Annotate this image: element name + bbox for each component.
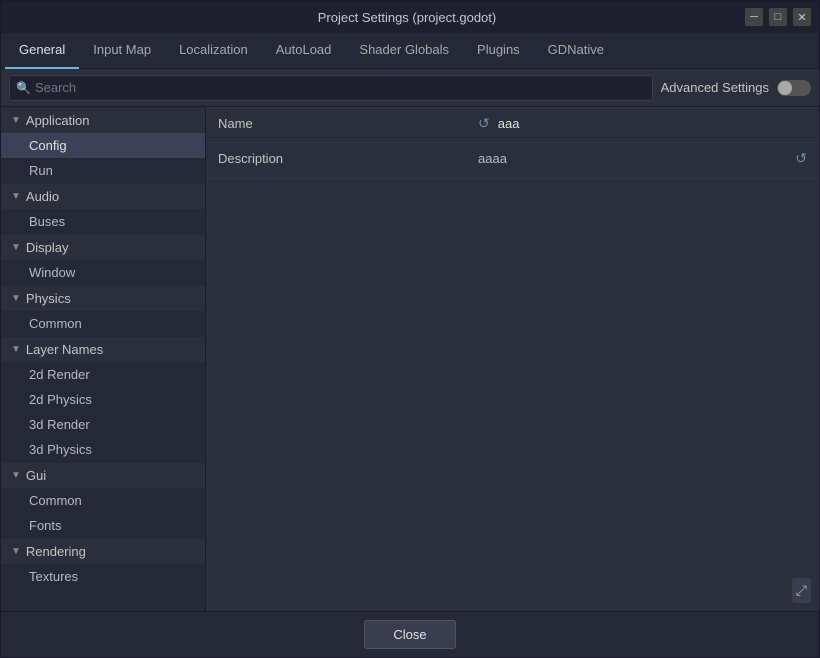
tab-plugins[interactable]: Plugins (463, 33, 534, 69)
main-panel: Name ↺ aaa Description aaaa ↺ ⤢ (206, 107, 819, 611)
sidebar-section-layer-names: ▼ Layer Names 2d Render 2d Physics 3d Re… (1, 337, 205, 462)
settings-row-name: Name ↺ aaa (206, 107, 819, 143)
sidebar-group-gui-label: Gui (26, 468, 46, 483)
tab-localization[interactable]: Localization (165, 33, 262, 69)
search-box: 🔍 (9, 75, 653, 101)
sidebar-section-audio: ▼ Audio Buses (1, 184, 205, 234)
toggle-knob (778, 81, 792, 95)
description-value: aaaa (478, 151, 787, 166)
tab-general[interactable]: General (5, 33, 79, 69)
chevron-application: ▼ (11, 115, 21, 126)
sidebar-section-physics: ▼ Physics Common (1, 286, 205, 336)
sidebar-item-config[interactable]: Config (1, 133, 205, 158)
sidebar-item-3d-physics[interactable]: 3d Physics (1, 437, 205, 462)
chevron-layer-names: ▼ (11, 344, 21, 355)
sidebar-item-physics-common[interactable]: Common (1, 311, 205, 336)
window-title: Project Settings (project.godot) (69, 10, 745, 25)
name-value: aaa (498, 116, 520, 131)
tabs-bar: General Input Map Localization AutoLoad … (1, 33, 819, 69)
content-area: ▼ Application Config Run ▼ Audio Buses ▼… (1, 107, 819, 611)
sidebar-group-layer-names-label: Layer Names (26, 342, 103, 357)
settings-row-description: Description aaaa ↺ (206, 143, 819, 179)
sidebar-group-rendering[interactable]: ▼ Rendering (1, 539, 205, 564)
chevron-audio: ▼ (11, 191, 21, 202)
expand-button[interactable]: ⤢ (792, 578, 811, 603)
sidebar-item-2d-physics[interactable]: 2d Physics (1, 387, 205, 412)
chevron-rendering: ▼ (11, 546, 21, 557)
maximize-button[interactable]: □ (769, 8, 787, 26)
titlebar-controls: ─ □ ✕ (745, 8, 811, 26)
sidebar-group-display[interactable]: ▼ Display (1, 235, 205, 260)
sidebar-group-application[interactable]: ▼ Application (1, 108, 205, 133)
sidebar-section-rendering: ▼ Rendering Textures (1, 539, 205, 589)
sidebar-group-rendering-label: Rendering (26, 544, 86, 559)
search-input[interactable] (35, 80, 646, 95)
sidebar-item-3d-render[interactable]: 3d Render (1, 412, 205, 437)
tab-shader-globals[interactable]: Shader Globals (345, 33, 463, 69)
advanced-settings-toggle[interactable] (777, 80, 811, 96)
sidebar-item-2d-render[interactable]: 2d Render (1, 362, 205, 387)
sidebar-group-layer-names[interactable]: ▼ Layer Names (1, 337, 205, 362)
minimize-button[interactable]: ─ (745, 8, 763, 26)
chevron-physics: ▼ (11, 293, 21, 304)
close-window-button[interactable]: ✕ (793, 8, 811, 26)
tab-gdnative[interactable]: GDNative (534, 33, 618, 69)
sidebar-group-audio-label: Audio (26, 189, 59, 204)
settings-value-description: aaaa ↺ (466, 143, 819, 174)
sidebar-group-physics-label: Physics (26, 291, 71, 306)
sidebar-group-application-label: Application (26, 113, 90, 128)
chevron-gui: ▼ (11, 470, 21, 481)
advanced-settings-area: Advanced Settings (661, 80, 811, 96)
sidebar-item-textures[interactable]: Textures (1, 564, 205, 589)
sidebar-item-window[interactable]: Window (1, 260, 205, 285)
chevron-display: ▼ (11, 242, 21, 253)
sidebar-section-display: ▼ Display Window (1, 235, 205, 285)
settings-label-name: Name (206, 108, 466, 139)
settings-value-name: ↺ aaa (466, 108, 819, 139)
sidebar: ▼ Application Config Run ▼ Audio Buses ▼… (1, 107, 206, 611)
tab-input-map[interactable]: Input Map (79, 33, 165, 69)
sidebar-item-gui-common[interactable]: Common (1, 488, 205, 513)
toolbar: 🔍 Advanced Settings (1, 69, 819, 107)
reset-description-button[interactable]: ↺ (795, 151, 807, 165)
sidebar-item-fonts[interactable]: Fonts (1, 513, 205, 538)
search-icon: 🔍 (16, 81, 31, 95)
sidebar-group-gui[interactable]: ▼ Gui (1, 463, 205, 488)
sidebar-section-application: ▼ Application Config Run (1, 108, 205, 183)
close-button[interactable]: Close (364, 620, 455, 649)
sidebar-item-run[interactable]: Run (1, 158, 205, 183)
sidebar-group-physics[interactable]: ▼ Physics (1, 286, 205, 311)
sidebar-group-audio[interactable]: ▼ Audio (1, 184, 205, 209)
sidebar-group-display-label: Display (26, 240, 69, 255)
bottom-bar: Close (1, 611, 819, 657)
tab-autoload[interactable]: AutoLoad (262, 33, 346, 69)
sidebar-item-buses[interactable]: Buses (1, 209, 205, 234)
titlebar: Project Settings (project.godot) ─ □ ✕ (1, 1, 819, 33)
settings-label-description: Description (206, 143, 466, 174)
main-window: Project Settings (project.godot) ─ □ ✕ G… (0, 0, 820, 658)
sidebar-section-gui: ▼ Gui Common Fonts (1, 463, 205, 538)
advanced-settings-label: Advanced Settings (661, 80, 769, 95)
reset-name-button[interactable]: ↺ (478, 116, 490, 130)
